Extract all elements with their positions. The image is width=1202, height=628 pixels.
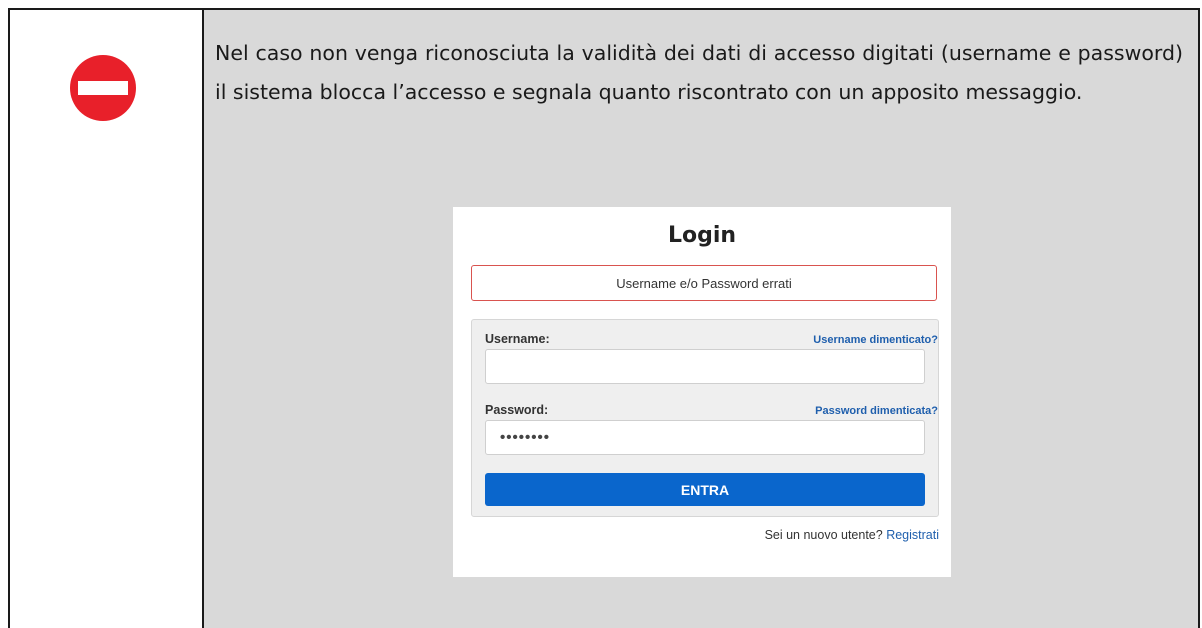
- username-forgot-link[interactable]: Username dimenticato?: [813, 334, 938, 346]
- error-message-text: Username e/o Password errati: [616, 275, 792, 291]
- username-label: Username:: [485, 332, 550, 346]
- no-entry-icon: [70, 55, 136, 121]
- username-field[interactable]: [485, 349, 925, 384]
- password-label: Password:: [485, 403, 549, 417]
- note-cell: Nel caso non venga riconosciuta la valid…: [204, 10, 1198, 628]
- error-message: Username e/o Password errati: [471, 265, 937, 301]
- login-form: Username: Username dimenticato? Password…: [471, 319, 939, 517]
- password-field[interactable]: [485, 420, 925, 455]
- register-prompt: Sei un nuovo utente?: [764, 528, 883, 542]
- login-title: Login: [667, 223, 737, 248]
- note-text: Nel caso non venga riconosciuta la valid…: [215, 41, 1183, 104]
- login-screenshot: Login Username e/o Password errati Usern…: [453, 207, 951, 577]
- enter-button[interactable]: ENTRA: [485, 473, 925, 506]
- register-line: Sei un nuovo utente? Registrati: [765, 528, 939, 542]
- icon-cell: [10, 10, 204, 628]
- note-table: Nel caso non venga riconosciuta la valid…: [8, 8, 1200, 628]
- register-link[interactable]: Registrati: [886, 528, 939, 542]
- password-forgot-link[interactable]: Password dimenticata?: [815, 405, 938, 417]
